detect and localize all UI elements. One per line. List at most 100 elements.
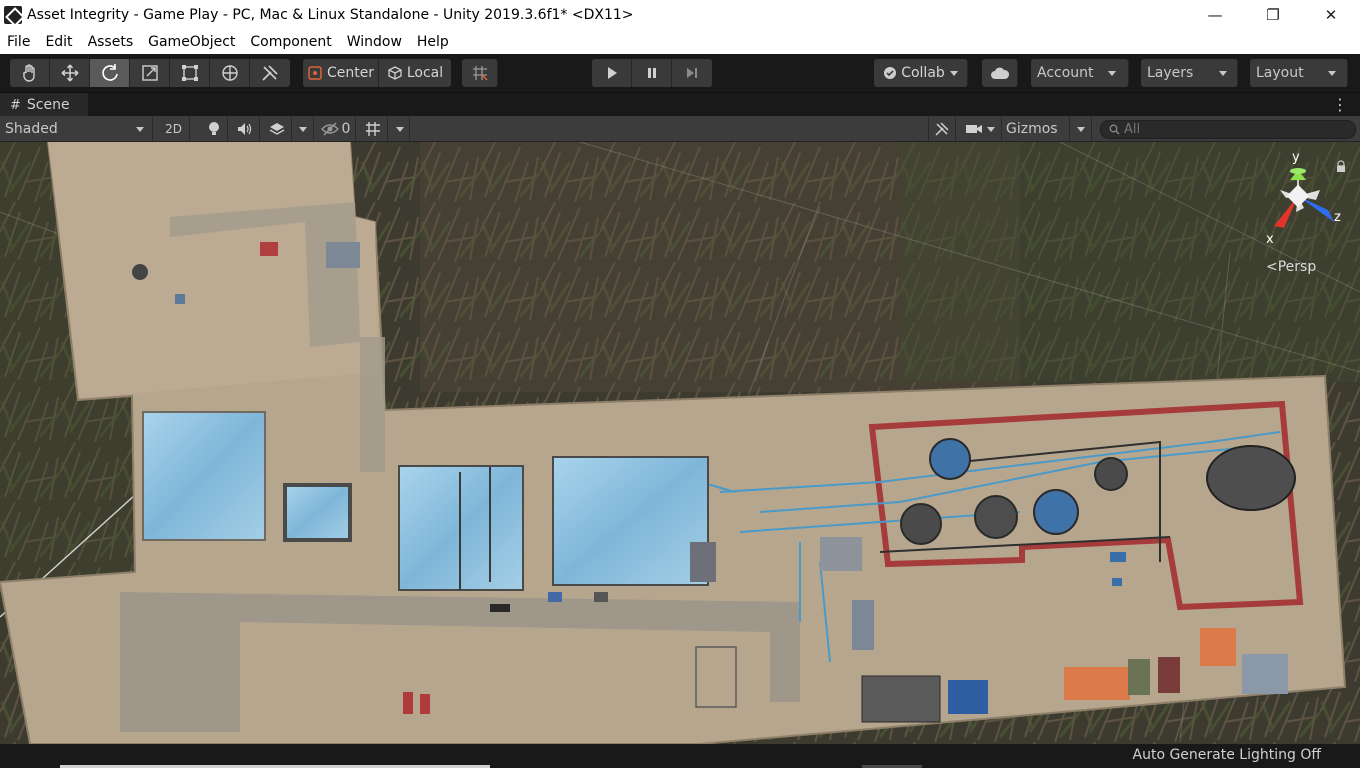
camera-dropdown[interactable] <box>958 116 1002 142</box>
draw-mode-dropdown[interactable]: Shaded <box>0 116 153 142</box>
tools-icon <box>935 122 949 136</box>
grid-dropdown[interactable] <box>390 116 410 142</box>
chevron-down-icon <box>949 70 958 76</box>
effects-dropdown[interactable] <box>292 116 314 142</box>
pause-icon <box>647 68 656 78</box>
step-button[interactable] <box>672 59 712 87</box>
grid-snap-button[interactable] <box>462 59 498 87</box>
toggle-2d-button[interactable]: 2D <box>158 116 190 142</box>
scene-tab-title: Scene <box>26 97 70 113</box>
menu-file[interactable]: File <box>0 30 38 54</box>
scene-view-toolbar: Shaded 2D 0 Gizmos All <box>0 116 1360 142</box>
transform-tool-button[interactable] <box>210 59 250 87</box>
play-icon <box>607 67 617 79</box>
search-input[interactable] <box>1124 122 1344 137</box>
close-button[interactable]: ✕ <box>1302 0 1360 30</box>
layout-dropdown[interactable]: Layout <box>1250 59 1348 87</box>
hidden-count: 0 <box>341 121 351 137</box>
building <box>1200 628 1236 666</box>
chevron-down-icon <box>136 126 144 132</box>
search-icon <box>1109 124 1120 135</box>
rect-tool-button[interactable] <box>170 59 210 87</box>
menu-window[interactable]: Window <box>340 30 410 54</box>
hidden-objects-toggle[interactable]: 0 <box>316 116 356 142</box>
speaker-icon <box>237 123 251 135</box>
play-button[interactable] <box>592 59 632 87</box>
account-label: Account <box>1037 65 1094 81</box>
effects-toggle[interactable] <box>262 116 292 142</box>
building <box>326 242 360 268</box>
minimize-button[interactable]: — <box>1186 0 1244 30</box>
scene-tools-button[interactable] <box>928 116 956 142</box>
scale-icon <box>141 65 158 81</box>
lighting-toggle[interactable] <box>200 116 228 142</box>
collab-button[interactable]: Collab <box>874 59 968 87</box>
pivot-rotation-button[interactable]: Local <box>379 59 451 87</box>
building <box>861 675 941 723</box>
more-options-icon[interactable]: ⋮ <box>1332 95 1348 114</box>
projection-toggle[interactable]: <Persp <box>1266 259 1316 275</box>
cloud-icon <box>990 67 1009 79</box>
account-dropdown[interactable]: Account <box>1031 59 1129 87</box>
tab-scene[interactable]: # Scene <box>0 93 88 117</box>
chevron-down-icon <box>1219 70 1228 76</box>
cloud-button[interactable] <box>982 59 1018 87</box>
audio-toggle[interactable] <box>230 116 260 142</box>
building <box>1242 654 1288 694</box>
water-pond-2 <box>283 483 352 542</box>
move-icon <box>61 64 78 82</box>
menu-help[interactable]: Help <box>410 30 457 54</box>
window-controls: — ❐ ✕ <box>1186 0 1360 30</box>
scene-viewport[interactable] <box>0 142 1360 744</box>
gizmos-label: Gizmos <box>1006 121 1058 137</box>
menu-component[interactable]: Component <box>243 30 339 54</box>
orientation-gizmo[interactable]: y x z <box>1258 150 1350 250</box>
custom-tool-button[interactable] <box>250 59 290 87</box>
building <box>820 537 862 571</box>
pivot-toggles: Center Local <box>303 59 451 87</box>
grid-toggle[interactable] <box>358 116 388 142</box>
status-bar: Auto Generate Lighting Off <box>0 744 1360 768</box>
layers-dropdown[interactable]: Layers <box>1141 59 1238 87</box>
menu-bar: File Edit Assets GameObject Component Wi… <box>0 30 1360 54</box>
storage-tank <box>974 495 1018 539</box>
chevron-left-icon: < <box>1266 259 1278 275</box>
lighting-status[interactable]: Auto Generate Lighting Off <box>1133 747 1322 763</box>
rect-transform-icon <box>181 65 198 81</box>
gizmos-button[interactable]: Gizmos <box>1004 116 1070 142</box>
scale-tool-button[interactable] <box>130 59 170 87</box>
axis-z-label: z <box>1334 210 1341 225</box>
axis-y-label: y <box>1292 150 1300 165</box>
building <box>690 542 716 582</box>
move-tool-button[interactable] <box>50 59 90 87</box>
camera-icon <box>965 125 982 133</box>
scene-render <box>0 142 1360 744</box>
scene-tab-bar: # Scene ⋮ <box>0 92 1360 117</box>
menu-assets[interactable]: Assets <box>81 30 142 54</box>
pause-button[interactable] <box>632 59 672 87</box>
axis-x-label: x <box>1266 232 1274 247</box>
grid-snap-icon <box>472 66 488 81</box>
storage-tank <box>929 438 971 480</box>
maximize-button[interactable]: ❐ <box>1244 0 1302 30</box>
pivot-mode-button[interactable]: Center <box>303 59 379 87</box>
collab-label: Collab <box>901 65 945 81</box>
projection-label: Persp <box>1277 259 1317 275</box>
hand-tool-button[interactable] <box>10 59 50 87</box>
storage-tank <box>1094 457 1128 491</box>
chevron-down-icon <box>298 126 307 132</box>
building <box>1064 667 1130 700</box>
draw-mode-label: Shaded <box>5 121 58 137</box>
menu-edit[interactable]: Edit <box>38 30 80 54</box>
menu-gameobject[interactable]: GameObject <box>141 30 243 54</box>
rotate-tool-button[interactable] <box>90 59 130 87</box>
toggle-2d-label: 2D <box>165 122 182 136</box>
building <box>1158 657 1180 693</box>
chevron-down-icon <box>1076 126 1085 132</box>
gizmos-dropdown[interactable] <box>1070 116 1092 142</box>
unity-editor: Asset Integrity - Game Play - PC, Mac & … <box>0 0 1360 768</box>
effects-layers-icon <box>269 123 284 135</box>
building <box>852 600 874 650</box>
water-pond-4 <box>552 456 709 586</box>
building <box>948 680 988 714</box>
